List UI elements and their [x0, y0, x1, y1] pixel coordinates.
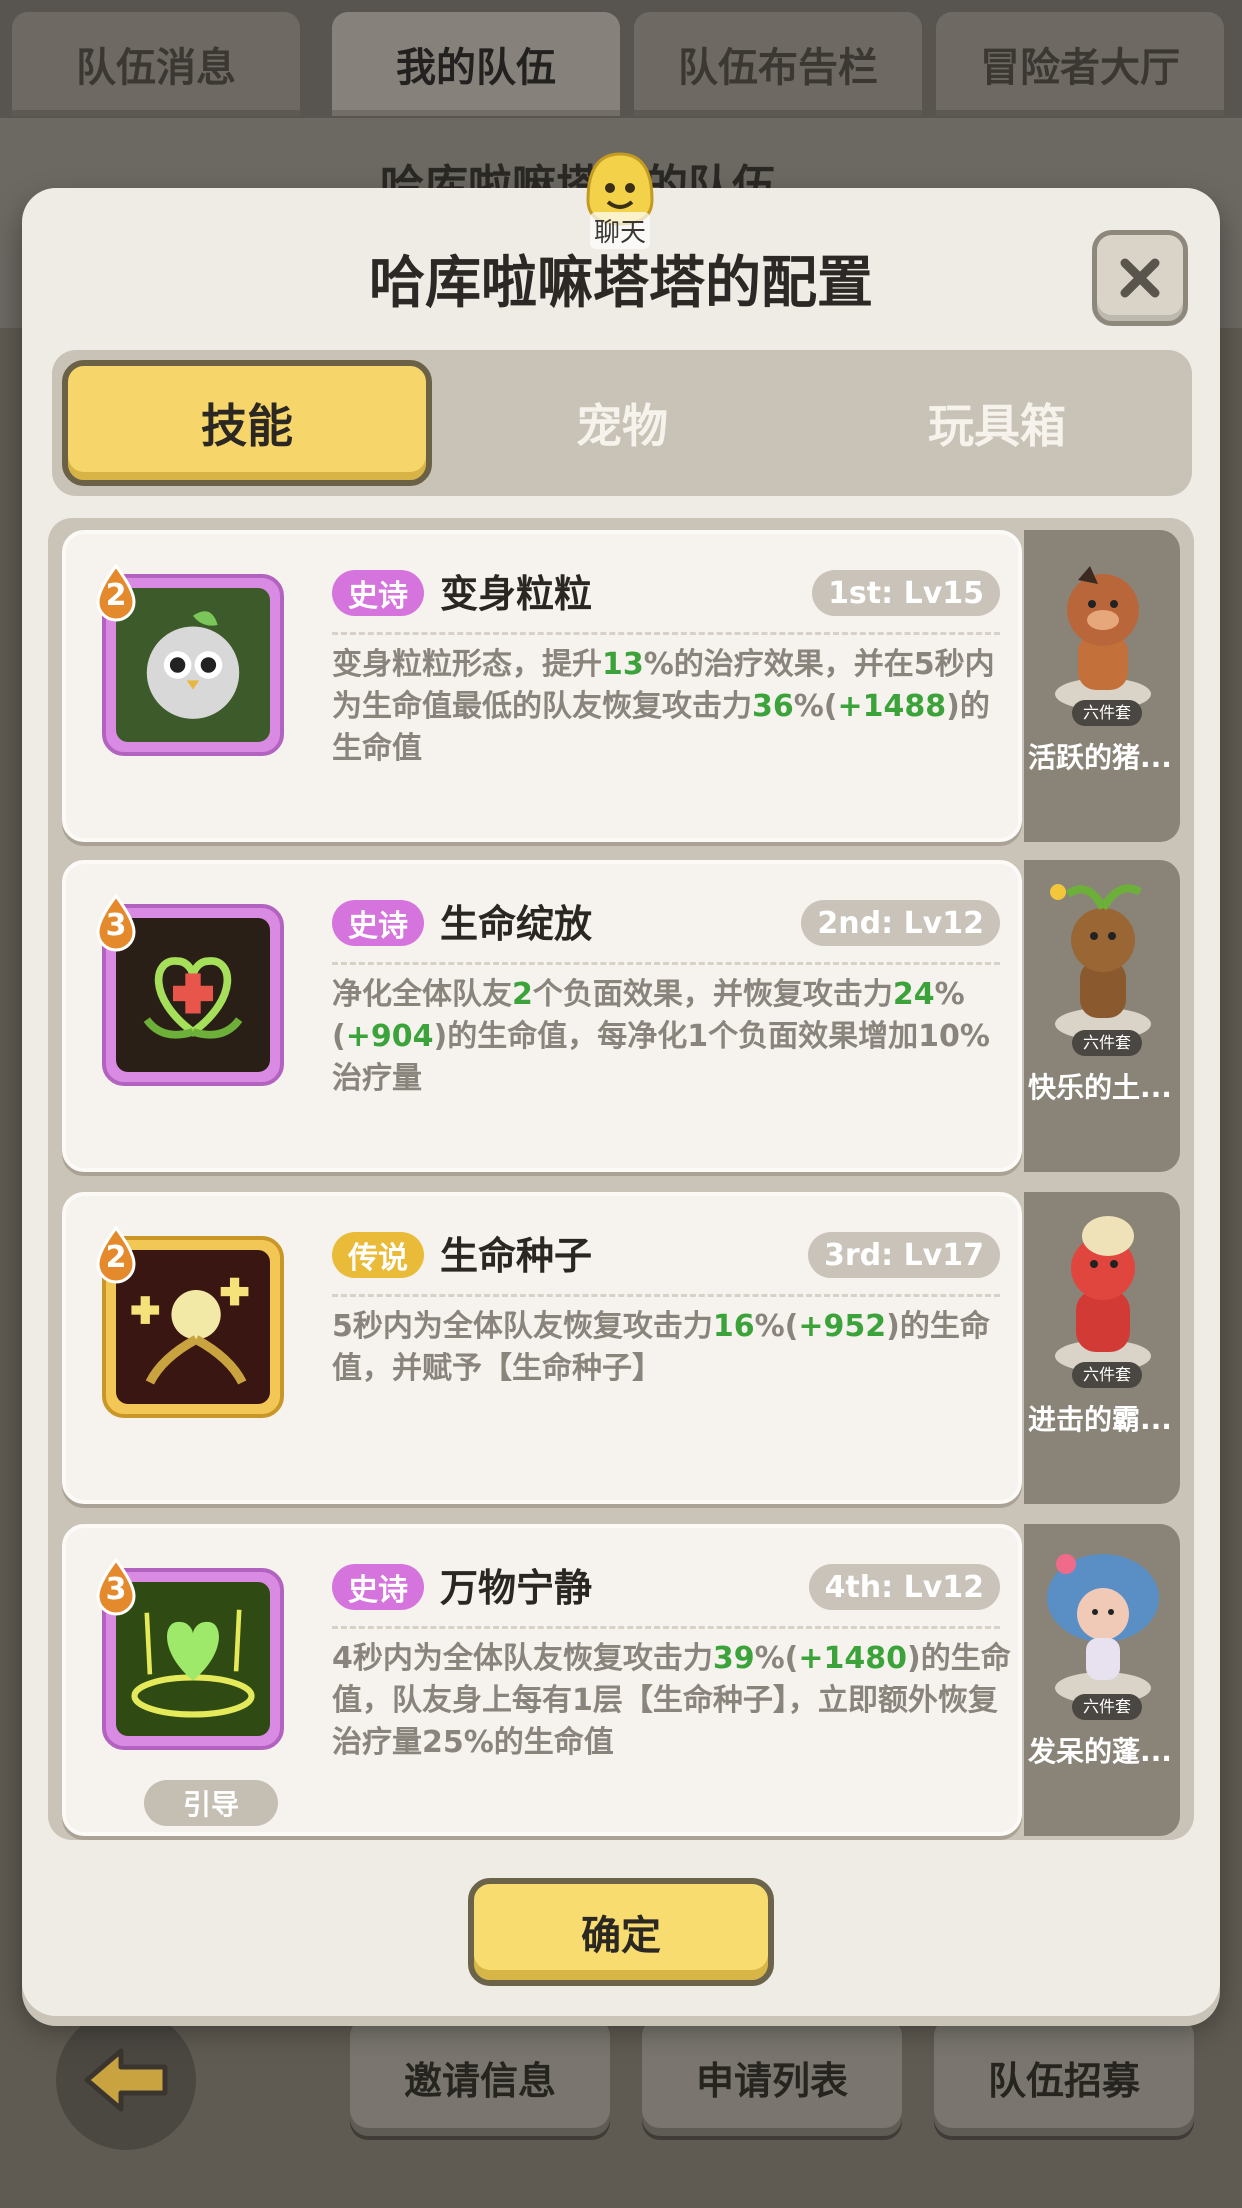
rarity-badge: 史诗 [332, 900, 424, 946]
fluffy-pet-figure [1047, 1554, 1159, 1704]
skill-level: 3 [105, 1572, 127, 1607]
skill-description: 5秒内为全体队友恢复攻击力16%(+952)的生命值，并赋予【生命种子】 [332, 1306, 1012, 1390]
highlight-number: +1480 [798, 1641, 908, 1676]
highlight-number: +904 [345, 1019, 434, 1054]
description-text: 5秒内为全体队友恢复攻击力 [332, 1309, 713, 1344]
dino-pet-figure [1055, 1216, 1151, 1372]
highlight-number: 36 [752, 689, 794, 724]
description-text: %( [754, 1641, 799, 1676]
back-button[interactable] [56, 2010, 196, 2150]
pet-name: 活跃的猪... [1028, 741, 1172, 774]
skill-description: 4秒内为全体队友恢复攻击力39%(+1480)的生命值，队友身上每有1层【生命种… [332, 1638, 1012, 1764]
highlight-number: +1488 [837, 689, 947, 724]
tab-team-messages[interactable]: 队伍消息 [12, 12, 300, 116]
chat-label: 聊天 [590, 212, 651, 249]
close-button[interactable] [1092, 230, 1188, 326]
skill-rank: 3rd: Lv17 [807, 1232, 1000, 1278]
config-modal: 哈库啦嘛塔塔的配置 技能 宠物 玩具箱 2 史诗 变身粒粒 1st: Lv15 … [22, 188, 1220, 2016]
pet-panel[interactable]: 六件套 发呆的蓬... [1024, 1524, 1180, 1836]
skill-rank: 2nd: Lv12 [801, 900, 1000, 946]
skill-level: 3 [105, 908, 127, 943]
rarity-badge: 史诗 [332, 570, 424, 616]
groundhog-pet-figure [1050, 884, 1151, 1040]
highlight-number: 2 [512, 977, 533, 1012]
pet-set-badge: 六件套 [1072, 1694, 1142, 1720]
pet-panel[interactable]: 六件套 进击的霸... [1024, 1192, 1180, 1504]
skill-level: 2 [105, 578, 127, 613]
modal-tab-bar: 技能 宠物 玩具箱 [52, 350, 1192, 496]
skill-rank: 4th: Lv12 [808, 1564, 1000, 1610]
back-arrow-icon [84, 2048, 168, 2112]
team-recruit-button[interactable]: 队伍招募 [934, 2018, 1194, 2136]
pet-name: 快乐的土... [1028, 1071, 1172, 1104]
apply-list-button[interactable]: 申请列表 [642, 2018, 902, 2136]
pet-set-badge: 六件套 [1072, 700, 1142, 726]
pet-set-badge: 六件套 [1072, 1030, 1142, 1056]
description-text: 个负面效果，并恢复攻击力 [532, 977, 893, 1012]
tab-team-bulletin[interactable]: 队伍布告栏 [634, 12, 922, 116]
pet-name: 发呆的蓬... [1028, 1735, 1172, 1768]
highlight-number: +952 [798, 1309, 887, 1344]
skill-name: 变身粒粒 [440, 572, 593, 616]
skill-description: 变身粒粒形态，提升13%的治疗效果，并在5秒内为生命值最低的队友恢复攻击力36%… [332, 644, 1012, 770]
divider [332, 962, 1000, 965]
confirm-button[interactable]: 确定 [468, 1878, 774, 1986]
guide-badge: 引导 [144, 1780, 278, 1826]
highlight-number: 16 [712, 1309, 755, 1344]
close-icon [1120, 258, 1160, 298]
skill-name: 万物宁静 [440, 1566, 593, 1610]
tab-skills[interactable]: 技能 [62, 360, 432, 486]
skill-description: 净化全体队友2个负面效果，并恢复攻击力24%(+904)的生命值，每净化1个负面… [332, 974, 1012, 1100]
description-text: 净化全体队友 [332, 977, 512, 1012]
description-text: %( [793, 689, 838, 724]
skill-card[interactable]: 3 引导 史诗 万物宁静 4th: Lv12 4秒内为全体队友恢复攻击力39%(… [62, 1524, 1022, 1836]
skill-card[interactable]: 2 史诗 变身粒粒 1st: Lv15 变身粒粒形态，提升13%的治疗效果，并在… [62, 530, 1022, 842]
divider [332, 1294, 1000, 1297]
pet-panel[interactable]: 六件套 快乐的土... [1024, 860, 1180, 1172]
skill-level: 2 [105, 1240, 127, 1275]
highlight-number: 24 [892, 977, 935, 1012]
description-text: 4秒内为全体队友恢复攻击力 [332, 1641, 713, 1676]
pet-set-badge: 六件套 [1072, 1362, 1142, 1388]
divider [332, 1626, 1000, 1629]
tab-toybox[interactable]: 玩具箱 [812, 360, 1182, 486]
tab-adventurer-hall[interactable]: 冒险者大厅 [936, 12, 1224, 116]
highlight-number: 39 [712, 1641, 755, 1676]
skill-card[interactable]: 3 史诗 生命绽放 2nd: Lv12 净化全体队友2个负面效果，并恢复攻击力2… [62, 860, 1022, 1172]
skill-rank: 1st: Lv15 [812, 570, 1000, 616]
pet-name: 进击的霸... [1028, 1403, 1172, 1436]
tab-my-team[interactable]: 我的队伍 [332, 12, 620, 116]
rarity-badge: 史诗 [332, 1564, 424, 1610]
pet-panel[interactable]: 六件套 活跃的猪... [1024, 530, 1180, 842]
skill-name: 生命种子 [440, 1234, 593, 1278]
invite-info-button[interactable]: 邀请信息 [350, 2018, 610, 2136]
divider [332, 632, 1000, 635]
boar-pet-figure [1055, 566, 1151, 710]
rarity-badge: 传说 [332, 1232, 424, 1278]
skill-name: 生命绽放 [440, 902, 593, 946]
modal-title: 哈库啦嘛塔塔的配置 [369, 251, 873, 316]
top-tab-bar: 队伍消息 我的队伍 队伍布告栏 冒险者大厅 [0, 0, 1242, 118]
skill-list[interactable]: 2 史诗 变身粒粒 1st: Lv15 变身粒粒形态，提升13%的治疗效果，并在… [48, 518, 1194, 1840]
description-text: 变身粒粒形态，提升 [332, 647, 602, 682]
description-text: %( [754, 1309, 799, 1344]
tab-pets[interactable]: 宠物 [437, 360, 807, 486]
highlight-number: 13 [602, 647, 644, 682]
skill-card[interactable]: 2 传说 生命种子 3rd: Lv17 5秒内为全体队友恢复攻击力16%(+95… [62, 1192, 1022, 1504]
